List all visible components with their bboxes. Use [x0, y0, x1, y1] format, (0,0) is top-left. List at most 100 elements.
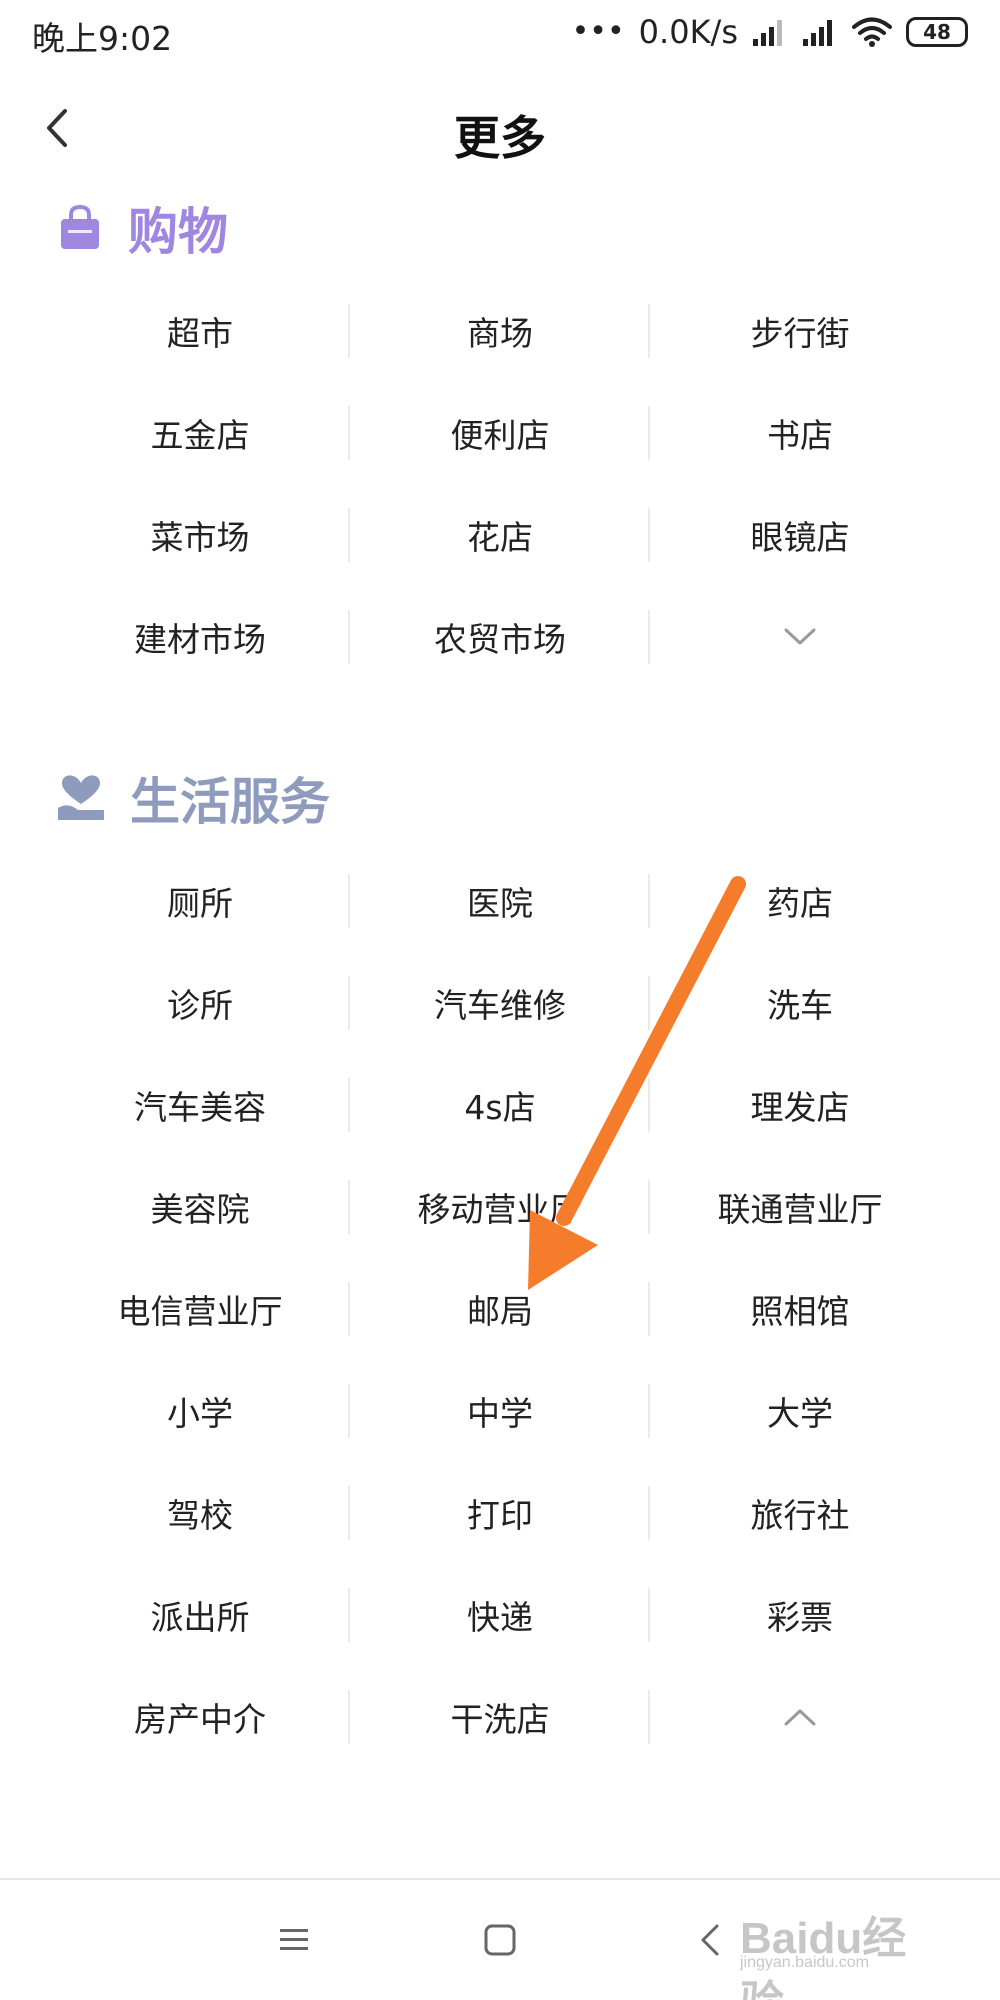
divider [348, 610, 350, 664]
signal-icon [753, 20, 782, 46]
network-speed: 0.0K/s [638, 13, 738, 51]
wifi-icon [852, 17, 892, 47]
expand-button[interactable] [650, 586, 950, 688]
category-item[interactable]: 美容院 [50, 1156, 350, 1258]
watermark: Baidu经验 jingyan.baidu.com [740, 1898, 950, 2000]
category-grid: 厕所 医院 药店 诊所 汽车维修 洗车 汽车美容 4s店 理发店 美容院 移动营… [0, 850, 1000, 1768]
grid-row: 建材市场 农贸市场 [0, 586, 1000, 688]
divider [648, 610, 650, 664]
grid-row: 驾校 打印 旅行社 [0, 1462, 1000, 1564]
category-item[interactable]: 快递 [350, 1564, 650, 1666]
category-item[interactable]: 厕所 [50, 850, 350, 952]
category-item[interactable]: 洗车 [650, 952, 950, 1054]
divider [348, 304, 350, 358]
divider [648, 874, 650, 928]
category-item[interactable]: 建材市场 [50, 586, 350, 688]
section-title: 生活服务 [130, 773, 330, 831]
divider [648, 1486, 650, 1540]
menu-icon [280, 1929, 308, 1950]
category-item[interactable]: 便利店 [350, 382, 650, 484]
menu-button[interactable] [264, 1910, 324, 1970]
divider [348, 1282, 350, 1336]
battery-indicator: 48 [906, 17, 968, 47]
category-item[interactable]: 小学 [50, 1360, 350, 1462]
category-item[interactable]: 联通营业厅 [650, 1156, 950, 1258]
category-item[interactable]: 干洗店 [350, 1666, 650, 1768]
category-item[interactable]: 超市 [50, 280, 350, 382]
category-item[interactable]: 房产中介 [50, 1666, 350, 1768]
category-item[interactable]: 菜市场 [50, 484, 350, 586]
grid-row: 汽车美容 4s店 理发店 [0, 1054, 1000, 1156]
divider [648, 1078, 650, 1132]
grid-row: 电信营业厅 邮局 照相馆 [0, 1258, 1000, 1360]
grid-row: 诊所 汽车维修 洗车 [0, 952, 1000, 1054]
home-button[interactable] [470, 1910, 530, 1970]
divider [348, 508, 350, 562]
category-item[interactable]: 移动营业厅 [350, 1156, 650, 1258]
category-item[interactable]: 大学 [650, 1360, 950, 1462]
category-item[interactable]: 眼镜店 [650, 484, 950, 586]
category-item[interactable]: 农贸市场 [350, 586, 650, 688]
category-item[interactable]: 医院 [350, 850, 650, 952]
divider [648, 1690, 650, 1744]
category-item[interactable]: 理发店 [650, 1054, 950, 1156]
header: 更多 [0, 80, 1000, 180]
category-item[interactable]: 照相馆 [650, 1258, 950, 1360]
divider [648, 406, 650, 460]
system-back-button[interactable] [680, 1910, 740, 1970]
category-item[interactable]: 汽车美容 [50, 1054, 350, 1156]
category-item[interactable]: 4s店 [350, 1054, 650, 1156]
category-item[interactable]: 驾校 [50, 1462, 350, 1564]
category-item[interactable]: 五金店 [50, 382, 350, 484]
divider [348, 1384, 350, 1438]
category-item[interactable]: 邮局 [350, 1258, 650, 1360]
divider [348, 1690, 350, 1744]
home-square-icon [484, 1924, 516, 1956]
category-item[interactable]: 花店 [350, 484, 650, 586]
chevron-up-icon [784, 1709, 816, 1726]
section-title: 购物 [128, 203, 228, 261]
grid-row: 超市 商场 步行街 [0, 280, 1000, 382]
grid-row: 美容院 移动营业厅 联通营业厅 [0, 1156, 1000, 1258]
divider [348, 1180, 350, 1234]
collapse-button[interactable] [650, 1666, 950, 1768]
status-indicators: ••• 0.0K/s 48 [572, 10, 968, 54]
divider [648, 508, 650, 562]
divider [348, 1078, 350, 1132]
category-item[interactable]: 打印 [350, 1462, 650, 1564]
back-triangle-icon [701, 1924, 719, 1956]
divider [648, 1180, 650, 1234]
category-item[interactable]: 汽车维修 [350, 952, 650, 1054]
category-item[interactable]: 派出所 [50, 1564, 350, 1666]
category-item[interactable]: 书店 [650, 382, 950, 484]
section-header: 生活服务 [56, 758, 330, 838]
watermark-url: jingyan.baidu.com [740, 1954, 869, 1971]
divider [648, 1588, 650, 1642]
divider [648, 1384, 650, 1438]
watermark-text: Baidu经验 [740, 1914, 907, 2000]
category-item[interactable]: 中学 [350, 1360, 650, 1462]
category-item[interactable]: 电信营业厅 [50, 1258, 350, 1360]
status-bar: 晚上9:02 ••• 0.0K/s 48 [0, 0, 1000, 64]
grid-row: 五金店 便利店 书店 [0, 382, 1000, 484]
page-title: 更多 [454, 111, 546, 165]
category-item[interactable]: 彩票 [650, 1564, 950, 1666]
chevron-down-icon [784, 628, 816, 645]
heart-hand-icon [58, 775, 104, 820]
divider [348, 1588, 350, 1642]
divider [648, 1282, 650, 1336]
category-item[interactable]: 旅行社 [650, 1462, 950, 1564]
category-grid: 超市 商场 步行街 五金店 便利店 书店 菜市场 花店 眼镜店 建材市场 农贸市… [0, 280, 1000, 688]
category-item[interactable]: 商场 [350, 280, 650, 382]
grid-row: 菜市场 花店 眼镜店 [0, 484, 1000, 586]
divider [348, 1486, 350, 1540]
grid-row: 小学 中学 大学 [0, 1360, 1000, 1462]
grid-row: 厕所 医院 药店 [0, 850, 1000, 952]
category-item[interactable]: 药店 [650, 850, 950, 952]
status-dots: ••• [571, 14, 625, 49]
category-item[interactable]: 步行街 [650, 280, 950, 382]
divider [348, 976, 350, 1030]
category-item[interactable]: 诊所 [50, 952, 350, 1054]
grid-row: 派出所 快递 彩票 [0, 1564, 1000, 1666]
divider [648, 304, 650, 358]
